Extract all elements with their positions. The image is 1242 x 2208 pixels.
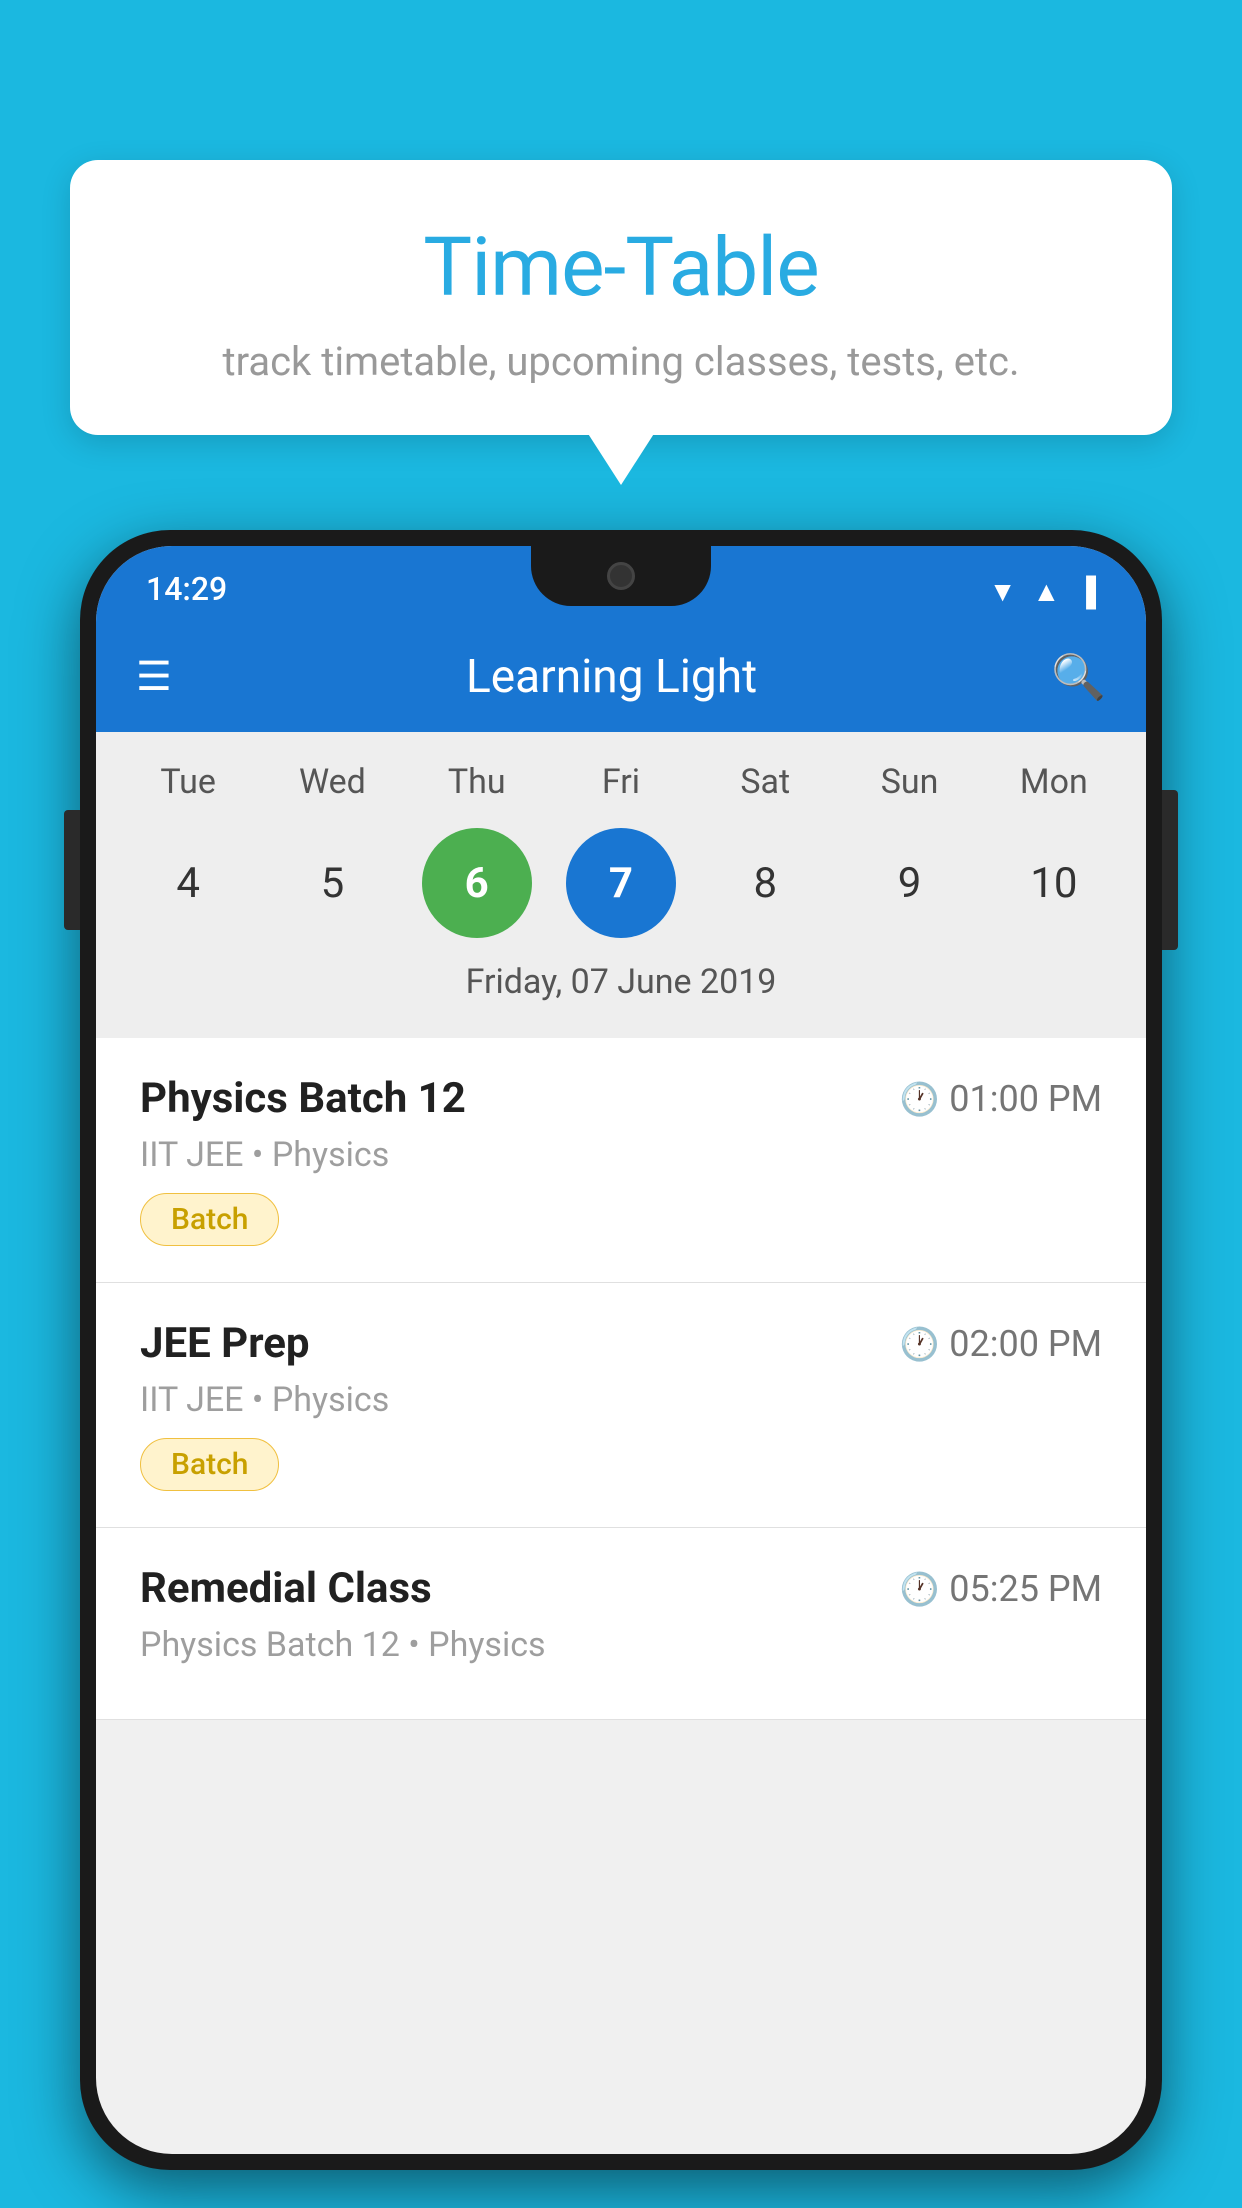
calendar-dates: 4 5 6 7 8 9 10 (96, 818, 1146, 954)
date-7-selected[interactable]: 7 (566, 828, 676, 938)
event-header-3: Remedial Class 🕐 05:25 PM (140, 1564, 1102, 1613)
date-8[interactable]: 8 (710, 828, 820, 938)
wifi-icon: ▼ (989, 575, 1017, 608)
battery-icon: ▐ (1076, 575, 1096, 608)
date-5[interactable]: 5 (277, 828, 387, 938)
event-item-3[interactable]: Remedial Class 🕐 05:25 PM Physics Batch … (96, 1528, 1146, 1720)
speech-bubble: Time-Table track timetable, upcoming cla… (70, 160, 1172, 435)
date-10[interactable]: 10 (999, 828, 1109, 938)
event-badge-1: Batch (140, 1193, 279, 1246)
phone-outer: 14:29 ▼ ▲ ▐ ☰ Learning Light 🔍 Tue Wed T… (80, 530, 1162, 2170)
date-9[interactable]: 9 (855, 828, 965, 938)
app-toolbar: ☰ Learning Light 🔍 (96, 622, 1146, 732)
event-header-2: JEE Prep 🕐 02:00 PM (140, 1319, 1102, 1368)
event-subtitle-1: IIT JEE • Physics (140, 1135, 1102, 1175)
signal-icon: ▲ (1032, 575, 1060, 608)
day-thu: Thu (417, 762, 537, 802)
day-sun: Sun (850, 762, 970, 802)
event-subtitle-3: Physics Batch 12 • Physics (140, 1625, 1102, 1665)
app-title: Learning Light (208, 650, 1015, 704)
status-icons: ▼ ▲ ▐ (989, 575, 1096, 608)
clock-icon-1: 🕐 (899, 1080, 939, 1118)
app-feature-subtitle: track timetable, upcoming classes, tests… (110, 338, 1132, 385)
event-item-2[interactable]: JEE Prep 🕐 02:00 PM IIT JEE • Physics Ba… (96, 1283, 1146, 1528)
events-list: Physics Batch 12 🕐 01:00 PM IIT JEE • Ph… (96, 1038, 1146, 1720)
calendar-section: Tue Wed Thu Fri Sat Sun Mon 4 5 6 7 8 9 … (96, 732, 1146, 1038)
selected-date-label: Friday, 07 June 2019 (96, 954, 1146, 1018)
clock-icon-3: 🕐 (899, 1570, 939, 1608)
status-time: 14:29 (146, 570, 227, 608)
search-icon[interactable]: 🔍 (1051, 651, 1106, 703)
event-header-1: Physics Batch 12 🕐 01:00 PM (140, 1074, 1102, 1123)
speech-bubble-container: Time-Table track timetable, upcoming cla… (70, 160, 1172, 435)
hamburger-icon[interactable]: ☰ (136, 657, 172, 697)
phone-mockup: 14:29 ▼ ▲ ▐ ☰ Learning Light 🔍 Tue Wed T… (80, 530, 1162, 2208)
day-tue: Tue (128, 762, 248, 802)
day-fri: Fri (561, 762, 681, 802)
event-subtitle-2: IIT JEE • Physics (140, 1380, 1102, 1420)
event-badge-2: Batch (140, 1438, 279, 1491)
event-title-1: Physics Batch 12 (140, 1074, 466, 1123)
app-feature-title: Time-Table (110, 220, 1132, 316)
event-time-1: 🕐 01:00 PM (899, 1078, 1102, 1120)
event-item-1[interactable]: Physics Batch 12 🕐 01:00 PM IIT JEE • Ph… (96, 1038, 1146, 1283)
event-title-3: Remedial Class (140, 1564, 432, 1613)
clock-icon-2: 🕐 (899, 1325, 939, 1363)
date-6-today[interactable]: 6 (422, 828, 532, 938)
event-time-3: 🕐 05:25 PM (899, 1568, 1102, 1610)
calendar-days-header: Tue Wed Thu Fri Sat Sun Mon (96, 752, 1146, 818)
date-4[interactable]: 4 (133, 828, 243, 938)
event-title-2: JEE Prep (140, 1319, 310, 1368)
day-sat: Sat (705, 762, 825, 802)
day-wed: Wed (272, 762, 392, 802)
phone-screen: 14:29 ▼ ▲ ▐ ☰ Learning Light 🔍 Tue Wed T… (96, 546, 1146, 2154)
event-time-2: 🕐 02:00 PM (899, 1323, 1102, 1365)
phone-notch (531, 546, 711, 606)
day-mon: Mon (994, 762, 1114, 802)
front-camera (607, 562, 635, 590)
